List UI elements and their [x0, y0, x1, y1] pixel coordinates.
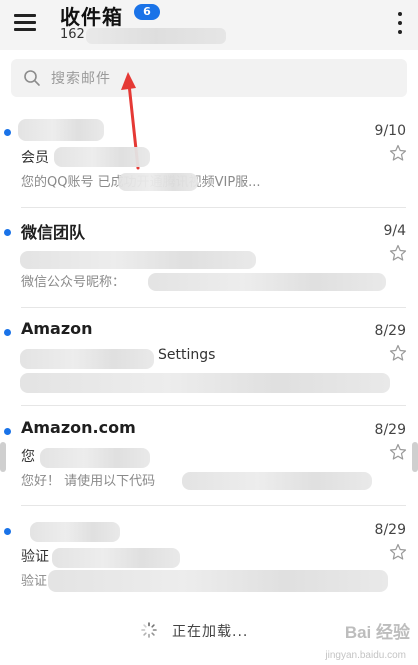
mail-preview: 您好！ 请使用以下代码	[21, 474, 156, 489]
redaction-blur	[20, 251, 256, 269]
search-bar[interactable]	[11, 59, 407, 99]
unread-dot	[4, 329, 11, 336]
mail-sender: Amazon.com	[21, 418, 136, 437]
redaction-blur	[48, 570, 388, 592]
unread-dot	[4, 428, 11, 435]
more-vertical-icon[interactable]	[396, 10, 404, 36]
watermark-url: jingyan.baidu.com	[325, 650, 406, 661]
search-input[interactable]	[49, 59, 393, 99]
mail-date: 8/29	[374, 522, 406, 538]
redaction-blur	[20, 349, 154, 369]
mail-subject: 会员	[21, 150, 49, 166]
hamburger-menu-icon[interactable]	[12, 10, 38, 34]
redaction-blur	[182, 472, 372, 490]
unread-dot	[4, 229, 11, 236]
mail-item[interactable]: 9/10 会员 您的QQ账号 已成功开通腾讯视频VIP服...	[0, 113, 418, 213]
star-icon[interactable]	[389, 543, 407, 561]
mail-item[interactable]: 微信团队 9/4 微信公众号昵称：	[0, 213, 418, 313]
page-title: 收件箱	[60, 5, 123, 29]
mail-date: 9/10	[374, 123, 406, 139]
mail-subject: 验证	[21, 549, 49, 565]
mail-item[interactable]: Amazon 8/29 Settings	[0, 313, 418, 413]
mail-divider	[21, 207, 406, 208]
redaction-blur	[54, 147, 150, 167]
loading-text: 正在加载...	[172, 624, 249, 640]
mail-item[interactable]: 8/29 验证 验证	[0, 512, 418, 612]
mail-divider	[21, 505, 406, 506]
unread-dot	[4, 528, 11, 535]
unread-count-badge: 6	[134, 4, 160, 20]
edge-handle-left	[0, 442, 6, 472]
mail-preview: 微信公众号昵称：	[21, 275, 126, 290]
star-icon[interactable]	[389, 344, 407, 362]
mail-sender: 微信团队	[21, 223, 86, 242]
account-address: 162	[60, 27, 85, 42]
mail-sender: Amazon	[21, 319, 93, 338]
mail-divider	[21, 307, 406, 308]
mail-item[interactable]: Amazon.com 8/29 您 您好！ 请使用以下代码	[0, 412, 418, 512]
mail-date: 9/4	[383, 223, 406, 239]
unread-dot	[4, 129, 11, 136]
redaction-blur	[20, 373, 390, 393]
watermark-brand: Bai 经验	[344, 623, 410, 642]
mail-preview: 验证	[21, 574, 48, 589]
mail-date: 8/29	[374, 323, 406, 339]
mail-divider	[21, 405, 406, 406]
mail-date: 8/29	[374, 422, 406, 438]
star-icon[interactable]	[389, 144, 407, 162]
redaction-blur	[118, 173, 198, 191]
redaction-blur	[18, 119, 104, 141]
redaction-blur	[52, 548, 180, 568]
mail-subject: Settings	[158, 347, 216, 363]
spinner-icon	[141, 622, 157, 638]
redaction-blur	[40, 448, 150, 468]
top-app-bar: 收件箱 6 162	[0, 0, 418, 50]
search-icon	[24, 70, 40, 86]
account-redaction	[86, 28, 226, 44]
star-icon[interactable]	[389, 244, 407, 262]
mail-subject: 您	[21, 449, 35, 465]
redaction-blur	[30, 522, 120, 542]
redaction-blur	[148, 273, 386, 291]
edge-handle-right	[412, 442, 418, 472]
star-icon[interactable]	[389, 443, 407, 461]
